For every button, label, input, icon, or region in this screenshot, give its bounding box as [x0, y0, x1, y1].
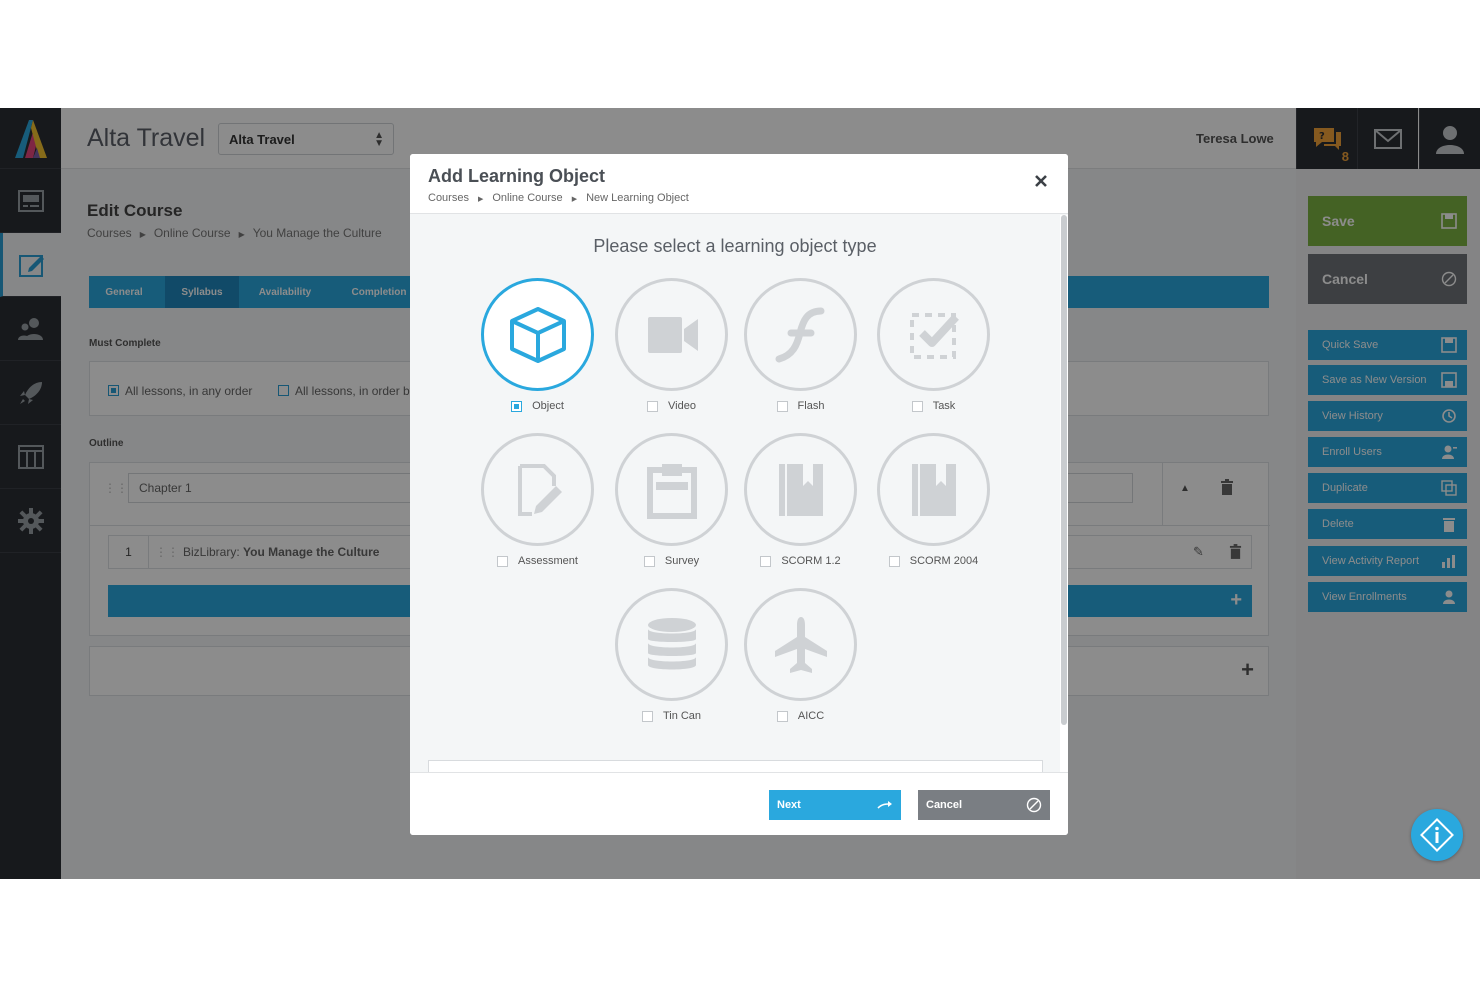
- type-option-video[interactable]: Video: [614, 278, 729, 412]
- breadcrumb-separator-icon: ▶: [571, 196, 578, 203]
- breadcrumb-item[interactable]: Online Course: [492, 192, 562, 204]
- type-tile-object[interactable]: [481, 278, 594, 391]
- book-icon: [911, 463, 956, 516]
- database-icon: [647, 617, 696, 669]
- breadcrumb-item: New Learning Object: [586, 192, 689, 204]
- video-camera-icon: [647, 316, 698, 353]
- type-label-tin-can: Tin Can: [662, 710, 702, 723]
- type-label-assessment: Assessment: [518, 555, 578, 568]
- dialog-body: Please select a learning object type Obj…: [410, 215, 1060, 780]
- type-option-scorm-12[interactable]: SCORM 1.2: [743, 433, 858, 567]
- close-icon: [1035, 175, 1047, 187]
- type-label-video: Video: [668, 400, 696, 413]
- type-label-scorm-12: SCORM 1.2: [781, 555, 841, 568]
- type-option-assessment[interactable]: Assessment: [480, 433, 595, 567]
- type-option-task[interactable]: Task: [876, 278, 991, 412]
- type-checkbox-survey[interactable]: [643, 555, 655, 567]
- type-tile-video[interactable]: [615, 278, 728, 391]
- next-button-label: Next: [777, 799, 801, 811]
- type-option-survey[interactable]: Survey: [614, 433, 729, 567]
- breadcrumb-separator-icon: ▶: [477, 196, 484, 203]
- airplane-icon: [774, 616, 827, 673]
- type-tile-aicc[interactable]: [744, 588, 857, 701]
- type-checkbox-flash[interactable]: [776, 400, 788, 412]
- type-option-scorm-2004[interactable]: SCORM 2004: [876, 433, 991, 567]
- type-tile-flash[interactable]: [744, 278, 857, 391]
- type-checkbox-aicc[interactable]: [776, 710, 788, 722]
- breadcrumb-item[interactable]: Courses: [428, 192, 469, 204]
- type-checkbox-video[interactable]: [647, 400, 659, 412]
- type-tile-assessment[interactable]: [481, 433, 594, 546]
- type-label-scorm-2004: SCORM 2004: [909, 555, 979, 568]
- type-checkbox-assessment[interactable]: [497, 555, 509, 567]
- type-tile-scorm-2004[interactable]: [877, 433, 990, 546]
- close-dialog-button[interactable]: [1032, 172, 1050, 190]
- dialog-cancel-button[interactable]: Cancel: [918, 790, 1050, 820]
- next-button[interactable]: Next: [769, 790, 901, 820]
- info-icon: [1420, 818, 1454, 852]
- type-tile-tin-can[interactable]: [615, 588, 728, 701]
- type-checkbox-tin-can[interactable]: [641, 710, 653, 722]
- app-window: Alta Travel Alta Travel ▲ ▼ Teresa Lowe ?…: [0, 108, 1480, 879]
- dialog-header: Add Learning Object Courses ▶ Online Cours…: [410, 154, 1068, 214]
- type-option-flash[interactable]: Flash: [743, 278, 858, 412]
- type-tile-survey[interactable]: [615, 433, 728, 546]
- type-option-object[interactable]: Object: [480, 278, 595, 412]
- dialog-breadcrumb: Courses ▶ Online Course ▶ New Learning Objec…: [428, 192, 689, 204]
- type-checkbox-task[interactable]: [911, 400, 923, 412]
- dialog-cancel-label: Cancel: [926, 799, 963, 811]
- type-label-flash: Flash: [797, 400, 825, 413]
- type-option-aicc[interactable]: AICC: [743, 588, 858, 722]
- type-label-survey: Survey: [664, 555, 700, 568]
- flash-icon: [775, 307, 824, 362]
- dialog-title: Add Learning Object: [428, 166, 606, 186]
- book-icon: [778, 463, 823, 516]
- type-tile-scorm-12[interactable]: [744, 433, 857, 546]
- arrow-right-icon: [877, 801, 892, 809]
- dialog-scrollbar-thumb[interactable]: [1061, 215, 1067, 725]
- help-info-button[interactable]: [1411, 809, 1463, 861]
- add-learning-object-dialog: Add Learning Object Courses ▶ Online Cours…: [410, 154, 1068, 835]
- cube-icon: [509, 306, 566, 363]
- clipboard-icon: [646, 463, 697, 519]
- type-checkbox-scorm-2004[interactable]: [888, 555, 900, 567]
- type-label-aicc: AICC: [797, 710, 825, 723]
- type-label-object: Object: [532, 400, 564, 413]
- type-checkbox-scorm-12[interactable]: [760, 555, 772, 567]
- cancel-circle-icon: [1026, 797, 1042, 813]
- dialog-footer: Next Cancel: [410, 772, 1068, 835]
- type-label-task: Task: [932, 400, 956, 413]
- task-check-icon: [909, 312, 959, 359]
- type-tile-task[interactable]: [877, 278, 990, 391]
- assessment-edit-icon: [517, 463, 562, 516]
- type-checkbox-object[interactable]: [511, 400, 523, 412]
- type-option-tin-can[interactable]: Tin Can: [614, 588, 729, 722]
- selection-prompt: Please select a learning object type: [593, 236, 877, 256]
